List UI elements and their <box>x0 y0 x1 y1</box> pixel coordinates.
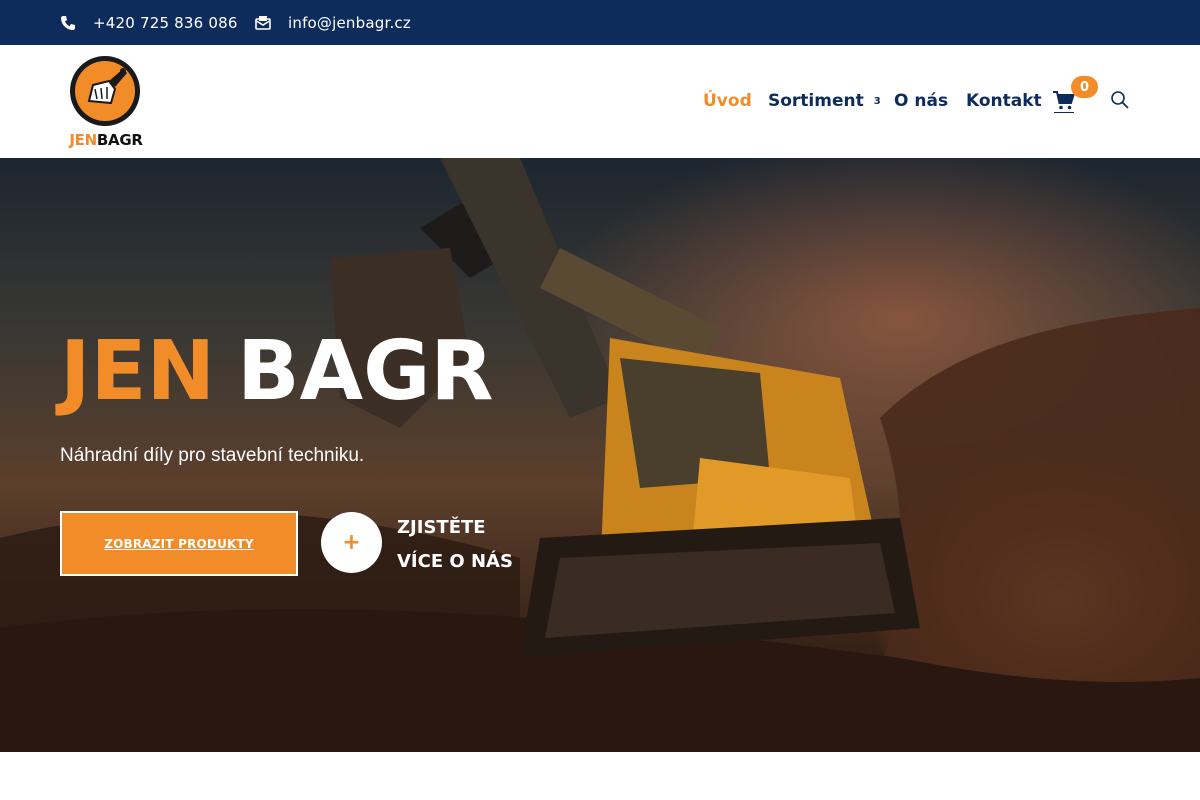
email-address[interactable]: info@jenbagr.cz <box>288 14 411 32</box>
nav-item-uvod[interactable]: Úvod <box>703 89 752 113</box>
plus-icon[interactable]: + <box>321 512 382 573</box>
show-products-button[interactable]: ZOBRAZIT PRODUKTY <box>60 511 298 576</box>
top-contact-bar: +420 725 836 086 info@jenbagr.cz <box>0 0 1200 45</box>
nav-item-o-nas[interactable]: O nás <box>894 89 948 113</box>
main-nav: Úvod Sortiment 3 O nás Kontakt 0 <box>0 45 1200 158</box>
nav-item-sortiment[interactable]: Sortiment 3 <box>768 89 881 113</box>
hero-subtitle: Náhradní díly pro stavební techniku. <box>60 445 365 466</box>
email-contact[interactable]: info@jenbagr.cz <box>255 0 411 45</box>
hero-title: JEN BAGR <box>60 323 494 419</box>
envelope-icon <box>255 15 271 30</box>
site-header: JENBAGR Úvod Sortiment 3 O nás Kontakt 0 <box>0 45 1200 158</box>
phone-number[interactable]: +420 725 836 086 <box>93 14 238 32</box>
nav-item-label: O nás <box>894 91 949 111</box>
nav-item-label: Sortiment <box>768 91 864 111</box>
search-button[interactable] <box>1110 90 1132 112</box>
learn-more-line-2: VÍCE O NÁS <box>397 551 513 572</box>
hero-title-bagr: BAGR <box>237 323 494 419</box>
learn-more-link[interactable]: ZJISTĚTE VÍCE O NÁS <box>397 511 537 579</box>
cart-icon <box>1053 91 1075 110</box>
phone-contact[interactable]: +420 725 836 086 <box>60 0 238 45</box>
learn-more-line-1: ZJISTĚTE <box>397 517 486 538</box>
hero-section: JEN BAGR Náhradní díly pro stavební tech… <box>0 158 1200 752</box>
cart-underline <box>1054 112 1074 113</box>
phone-icon <box>61 15 75 30</box>
search-icon <box>1111 91 1129 109</box>
nav-item-kontakt[interactable]: Kontakt <box>966 89 1042 113</box>
hero-title-jen: JEN <box>60 323 216 419</box>
chevron-down-icon: 3 <box>873 95 881 107</box>
nav-item-label: Úvod <box>703 91 752 111</box>
cart-count-badge: 0 <box>1071 76 1098 98</box>
nav-item-label: Kontakt <box>966 91 1042 111</box>
